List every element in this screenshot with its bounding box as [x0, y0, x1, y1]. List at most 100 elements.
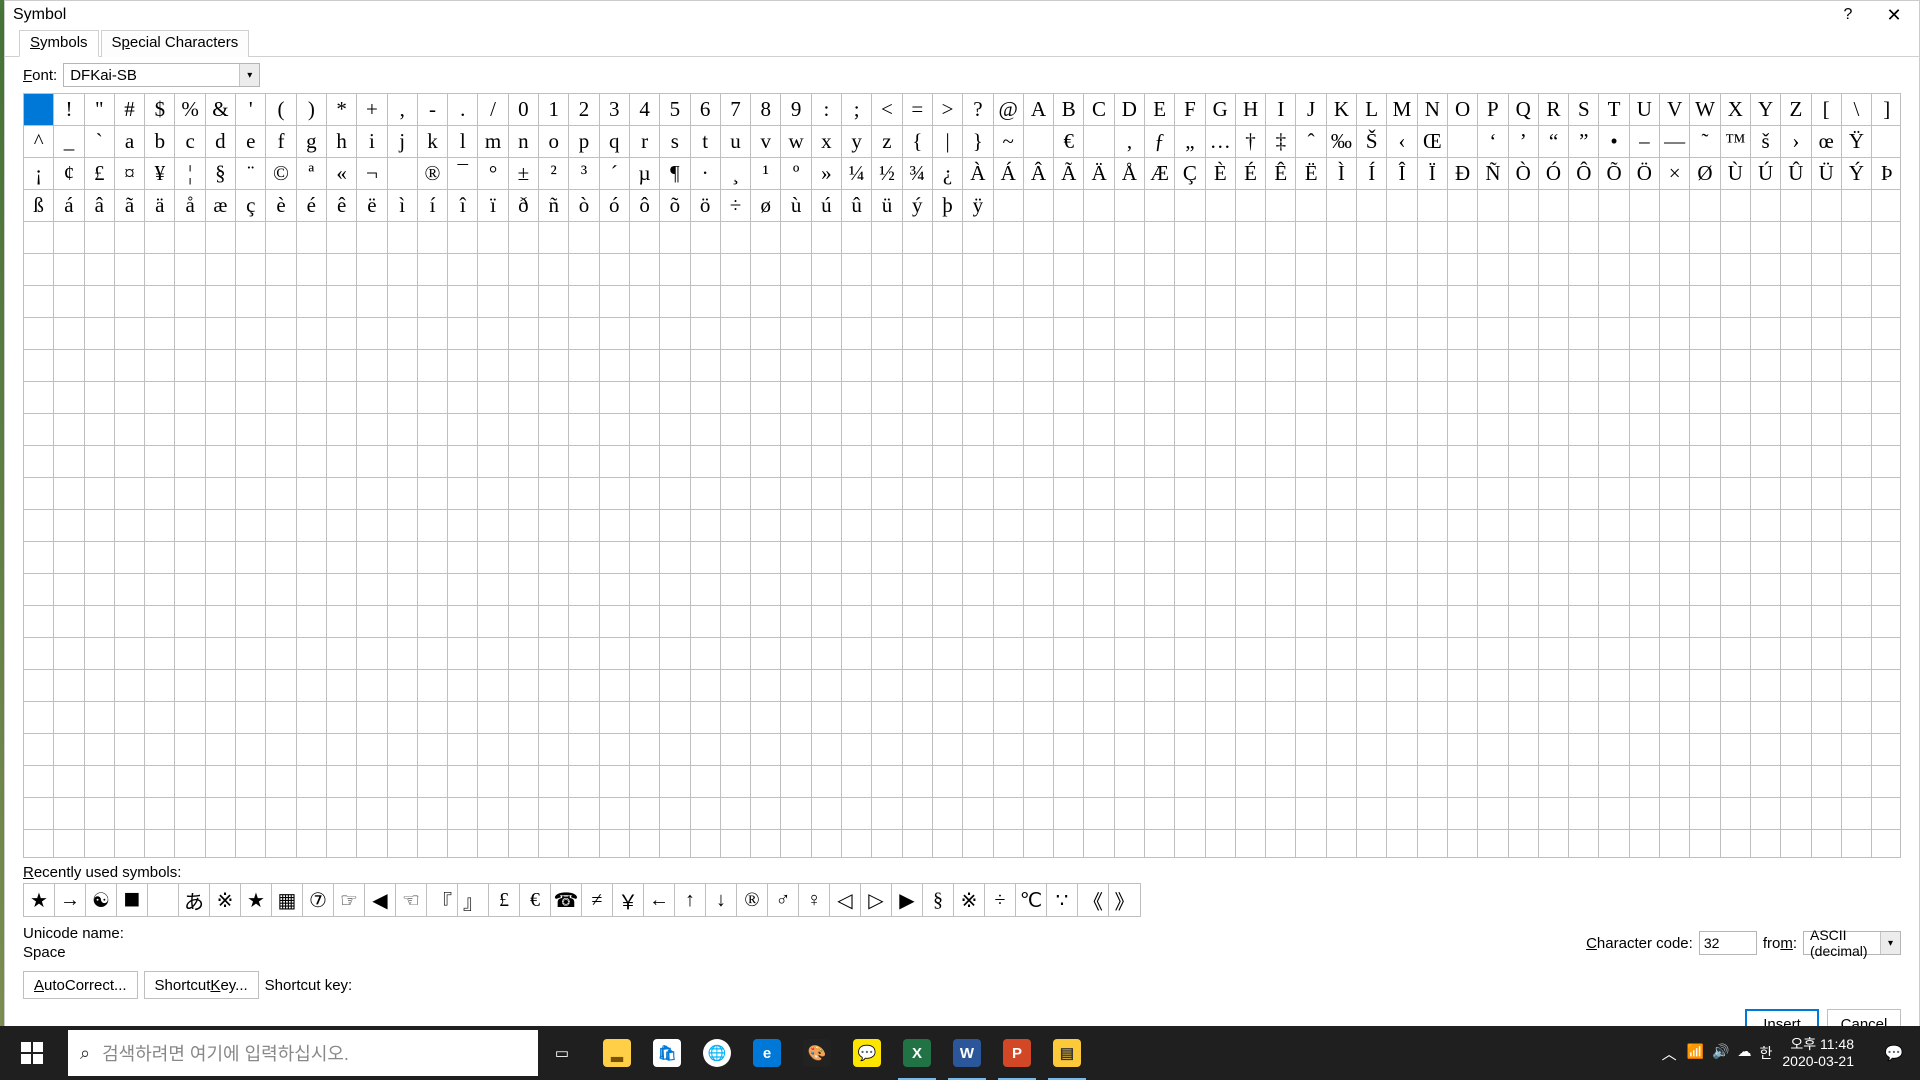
symbol-cell[interactable] [1478, 286, 1508, 318]
symbol-cell[interactable] [115, 766, 145, 798]
symbol-cell[interactable] [1236, 190, 1266, 222]
symbol-cell[interactable] [1206, 190, 1236, 222]
symbol-cell[interactable] [1084, 670, 1114, 702]
symbol-cell[interactable] [1084, 446, 1114, 478]
symbol-cell[interactable] [448, 318, 478, 350]
symbol-cell[interactable] [478, 222, 508, 254]
symbol-cell[interactable] [145, 766, 175, 798]
symbol-cell[interactable] [418, 766, 448, 798]
symbol-cell[interactable]: ú [812, 190, 842, 222]
symbol-cell[interactable] [600, 222, 630, 254]
symbol-cell[interactable] [1630, 190, 1660, 222]
symbol-cell[interactable] [206, 254, 236, 286]
symbol-cell[interactable] [266, 606, 296, 638]
symbol-cell[interactable] [1872, 542, 1901, 574]
symbol-cell[interactable] [539, 222, 569, 254]
symbol-cell[interactable] [1357, 830, 1387, 858]
symbol-cell[interactable] [1842, 286, 1872, 318]
symbol-cell[interactable] [933, 286, 963, 318]
symbol-cell[interactable] [357, 254, 387, 286]
symbol-cell[interactable] [1387, 446, 1417, 478]
symbol-cell[interactable] [1509, 446, 1539, 478]
symbol-cell[interactable] [903, 702, 933, 734]
symbol-cell[interactable] [1448, 830, 1478, 858]
symbol-cell[interactable] [994, 318, 1024, 350]
symbol-cell[interactable] [236, 638, 266, 670]
symbol-cell[interactable] [1266, 766, 1296, 798]
symbol-cell[interactable] [660, 254, 690, 286]
symbol-cell[interactable] [842, 830, 872, 858]
symbol-cell[interactable] [1781, 542, 1811, 574]
symbol-cell[interactable] [569, 702, 599, 734]
symbol-cell[interactable] [85, 574, 115, 606]
symbol-cell[interactable] [1084, 574, 1114, 606]
symbol-cell[interactable] [1387, 574, 1417, 606]
symbol-cell[interactable] [1054, 510, 1084, 542]
symbol-cell[interactable] [388, 158, 418, 190]
symbol-cell[interactable]: i [357, 126, 387, 158]
symbol-cell[interactable] [1357, 510, 1387, 542]
symbol-cell[interactable] [1569, 830, 1599, 858]
symbol-cell[interactable] [115, 702, 145, 734]
symbol-cell[interactable] [1872, 830, 1901, 858]
symbol-cell[interactable] [600, 350, 630, 382]
symbol-cell[interactable] [1327, 190, 1357, 222]
symbol-cell[interactable] [1781, 190, 1811, 222]
symbol-cell[interactable] [903, 254, 933, 286]
symbol-cell[interactable] [266, 414, 296, 446]
symbol-cell[interactable] [812, 670, 842, 702]
symbol-cell[interactable]: o [539, 126, 569, 158]
symbol-cell[interactable] [297, 222, 327, 254]
symbol-cell[interactable] [1296, 606, 1326, 638]
symbol-cell[interactable] [509, 254, 539, 286]
symbol-cell[interactable] [630, 670, 660, 702]
symbol-cell[interactable] [266, 766, 296, 798]
symbol-cell[interactable] [448, 414, 478, 446]
symbol-cell[interactable] [1448, 702, 1478, 734]
symbol-cell[interactable]: n [509, 126, 539, 158]
symbol-cell[interactable] [1236, 414, 1266, 446]
symbol-cell[interactable] [660, 414, 690, 446]
symbol-cell[interactable] [600, 286, 630, 318]
symbol-cell[interactable] [1387, 286, 1417, 318]
symbol-cell[interactable] [994, 542, 1024, 574]
symbol-cell[interactable] [1327, 286, 1357, 318]
symbol-cell[interactable] [842, 254, 872, 286]
symbol-cell[interactable]: í [418, 190, 448, 222]
symbol-cell[interactable] [1418, 606, 1448, 638]
symbol-cell[interactable] [115, 382, 145, 414]
symbol-cell[interactable] [509, 702, 539, 734]
symbol-cell[interactable] [569, 542, 599, 574]
symbol-cell[interactable] [721, 670, 751, 702]
symbol-cell[interactable] [1296, 638, 1326, 670]
symbol-cell[interactable] [1357, 222, 1387, 254]
symbol-cell[interactable] [1842, 222, 1872, 254]
symbol-cell[interactable] [1115, 574, 1145, 606]
symbol-cell[interactable] [569, 318, 599, 350]
symbol-cell[interactable] [297, 574, 327, 606]
symbol-cell[interactable] [115, 734, 145, 766]
symbol-cell[interactable]: d [206, 126, 236, 158]
symbol-cell[interactable] [145, 318, 175, 350]
symbol-cell[interactable] [327, 766, 357, 798]
symbol-cell[interactable]: y [842, 126, 872, 158]
symbol-cell[interactable] [1448, 638, 1478, 670]
symbol-cell[interactable] [388, 510, 418, 542]
symbol-cell[interactable]: v [751, 126, 781, 158]
symbol-cell[interactable] [85, 830, 115, 858]
symbol-cell[interactable]: › [1781, 126, 1811, 158]
symbol-cell[interactable] [1387, 478, 1417, 510]
symbol-cell[interactable] [1418, 574, 1448, 606]
symbol-cell[interactable] [1357, 478, 1387, 510]
symbol-cell[interactable] [1357, 670, 1387, 702]
symbol-cell[interactable]: Œ [1418, 126, 1448, 158]
symbol-cell[interactable]: Ê [1266, 158, 1296, 190]
symbol-cell[interactable] [1721, 286, 1751, 318]
symbol-cell[interactable] [1690, 542, 1720, 574]
symbol-cell[interactable]: 8 [751, 94, 781, 126]
symbol-cell[interactable] [994, 190, 1024, 222]
symbol-cell[interactable] [1812, 734, 1842, 766]
symbol-cell[interactable] [1539, 574, 1569, 606]
recent-symbol[interactable]: ☜ [396, 884, 427, 916]
symbol-cell[interactable]: H [1236, 94, 1266, 126]
